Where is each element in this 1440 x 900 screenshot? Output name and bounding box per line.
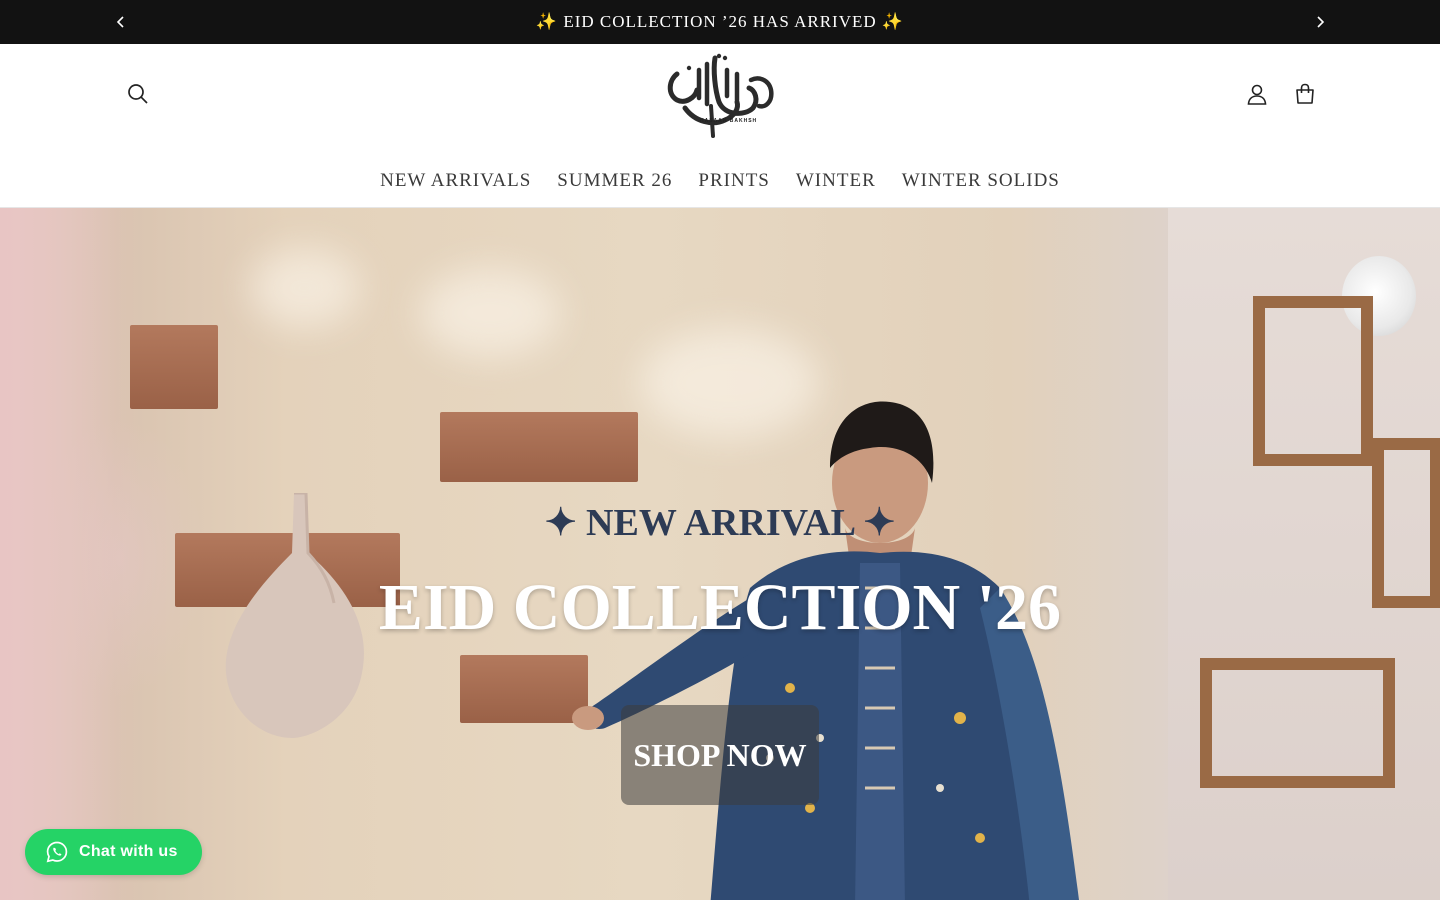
search-icon — [128, 84, 148, 104]
nav-item-winter[interactable]: WINTER — [783, 168, 889, 194]
site-header: HASAAN BAKHSH NEW ARRIVALS SUMMER 26 PRI… — [0, 44, 1440, 208]
cart-icon — [1296, 83, 1314, 104]
hero-kicker: ✦ NEW ARRIVAL ✦ — [544, 502, 896, 544]
nav-item-new-arrivals[interactable]: NEW ARRIVALS — [367, 168, 544, 194]
shop-now-button[interactable]: SHOP NOW — [621, 705, 819, 805]
wooden-frame-image — [1253, 296, 1373, 466]
hero-title: EID COLLECTION '26 — [378, 571, 1062, 644]
nav-item-prints[interactable]: PRINTS — [685, 168, 782, 194]
hero-curtain — [0, 208, 140, 900]
account-icon — [1247, 84, 1267, 105]
announcement-bar: ✨ EID COLLECTION ’26 HAS ARRIVED ✨ — [0, 0, 1440, 44]
main-navigation: NEW ARRIVALS SUMMER 26 PRINTS WINTER WIN… — [0, 168, 1440, 194]
nav-item-winter-solids[interactable]: WINTER SOLIDS — [889, 168, 1073, 194]
chat-with-us-button[interactable]: Chat with us — [25, 829, 202, 875]
cart-button[interactable] — [1285, 74, 1325, 114]
announcement-next-button[interactable] — [1309, 11, 1331, 33]
account-button[interactable] — [1237, 74, 1277, 114]
wall-shelf-image — [130, 325, 218, 409]
logo-calligraphy-icon — [667, 53, 774, 138]
chevron-right-icon — [1317, 16, 1325, 28]
nav-item-summer-26[interactable]: SUMMER 26 — [544, 168, 685, 194]
announcement-text: ✨ EID COLLECTION ’26 HAS ARRIVED ✨ — [535, 12, 905, 31]
hero-light-spot — [420, 268, 560, 358]
logo-subtext: HASAAN BAKHSH — [700, 118, 758, 124]
chevron-left-icon — [116, 16, 124, 28]
search-button[interactable] — [118, 74, 158, 114]
whatsapp-icon — [46, 841, 68, 863]
chat-label: Chat with us — [79, 843, 178, 860]
wooden-frame-image — [1200, 658, 1395, 788]
hero-banner[interactable]: ✦ NEW ARRIVAL ✦ EID COLLECTION '26 SHOP … — [0, 208, 1440, 900]
hero-light-spot — [250, 248, 360, 328]
brand-logo[interactable] — [655, 50, 785, 142]
announcement-prev-button[interactable] — [110, 11, 132, 33]
